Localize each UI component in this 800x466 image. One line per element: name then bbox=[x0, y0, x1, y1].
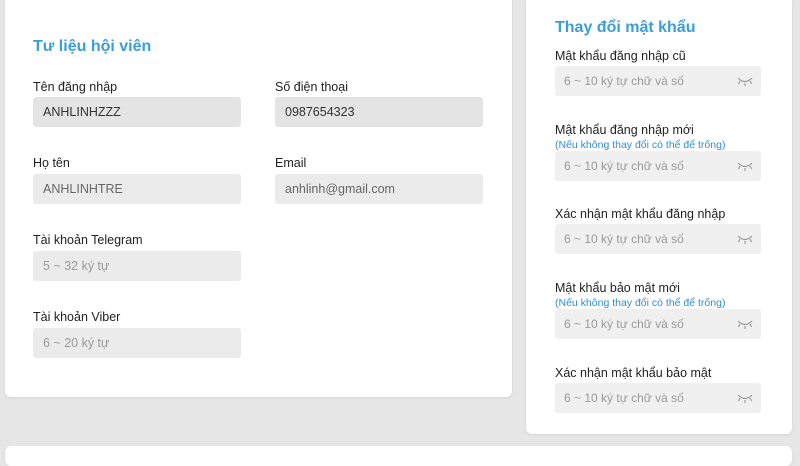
change-password-card: Thay đổi mật khẩu Mật khẩu đăng nhập cũ … bbox=[526, 0, 792, 434]
confirm-login-password-placeholder: 6 ~ 10 ký tự chữ và số bbox=[564, 232, 684, 246]
fullname-field: Họ tên ANHLINHTRE bbox=[33, 156, 241, 204]
viber-label: Tài khoản Viber bbox=[33, 310, 121, 324]
new-login-password-placeholder: 6 ~ 10 ký tự chữ và số bbox=[564, 159, 684, 173]
eye-closed-icon[interactable] bbox=[737, 393, 753, 403]
new-login-password-field: Mật khẩu đăng nhập mới (Nếu không thay đ… bbox=[555, 123, 761, 181]
new-login-password-hint: (Nếu không thay đổi có thể để trống) bbox=[555, 139, 726, 151]
username-field: Tên đăng nhập ANHLINHZZZ bbox=[33, 80, 241, 127]
fullname-input[interactable]: ANHLINHTRE bbox=[33, 174, 241, 204]
member-profile-card: Tư liệu hội viên Tên đăng nhập ANHLINHZZ… bbox=[5, 0, 512, 397]
bottom-card bbox=[5, 446, 792, 466]
viber-input[interactable]: 6 ~ 20 ký tự bbox=[33, 328, 241, 358]
old-login-password-input[interactable]: 6 ~ 10 ký tự chữ và số bbox=[555, 66, 761, 96]
fullname-label: Họ tên bbox=[33, 156, 70, 170]
telegram-label: Tài khoản Telegram bbox=[33, 233, 143, 247]
new-login-password-input[interactable]: 6 ~ 10 ký tự chữ và số bbox=[555, 151, 761, 181]
old-login-password-field: Mật khẩu đăng nhập cũ 6 ~ 10 ký tự chữ v… bbox=[555, 49, 761, 97]
confirm-login-password-field: Xác nhận mật khẩu đăng nhập 6 ~ 10 ký tự… bbox=[555, 207, 761, 255]
phone-label: Số điện thoại bbox=[275, 80, 348, 94]
confirm-login-password-input[interactable]: 6 ~ 10 ký tự chữ và số bbox=[555, 224, 761, 254]
eye-closed-icon[interactable] bbox=[737, 76, 753, 86]
phone-input[interactable]: 0987654323 bbox=[275, 97, 483, 127]
new-security-password-label: Mật khẩu bảo mật mới bbox=[555, 281, 680, 295]
confirm-security-password-label: Xác nhận mật khẩu bảo mật bbox=[555, 366, 712, 380]
old-login-password-label: Mật khẩu đăng nhập cũ bbox=[555, 49, 686, 63]
phone-field: Số điện thoại 0987654323 bbox=[275, 80, 483, 127]
confirm-security-password-placeholder: 6 ~ 10 ký tự chữ và số bbox=[564, 391, 684, 405]
eye-closed-icon[interactable] bbox=[737, 234, 753, 244]
new-login-password-label: Mật khẩu đăng nhập mới bbox=[555, 123, 694, 137]
username-label: Tên đăng nhập bbox=[33, 80, 118, 94]
old-login-password-placeholder: 6 ~ 10 ký tự chữ và số bbox=[564, 74, 684, 88]
new-security-password-input[interactable]: 6 ~ 10 ký tự chữ và số bbox=[555, 309, 761, 339]
confirm-login-password-label: Xác nhận mật khẩu đăng nhập bbox=[555, 207, 726, 221]
email-input[interactable]: anhlinh@gmail.com bbox=[275, 174, 483, 204]
eye-closed-icon[interactable] bbox=[737, 161, 753, 171]
new-security-password-placeholder: 6 ~ 10 ký tự chữ và số bbox=[564, 317, 684, 331]
telegram-field: Tài khoản Telegram 5 ~ 32 ký tự bbox=[33, 233, 241, 281]
new-security-password-hint: (Nếu không thay đổi có thể để trống) bbox=[555, 297, 726, 309]
viber-field: Tài khoản Viber 6 ~ 20 ký tự bbox=[33, 310, 241, 358]
new-security-password-field: Mật khẩu bảo mật mới (Nếu không thay đổi… bbox=[555, 281, 761, 339]
eye-closed-icon[interactable] bbox=[737, 319, 753, 329]
confirm-security-password-input[interactable]: 6 ~ 10 ký tự chữ và số bbox=[555, 383, 761, 413]
telegram-input[interactable]: 5 ~ 32 ký tự bbox=[33, 251, 241, 281]
email-label: Email bbox=[275, 156, 307, 170]
change-password-title: Thay đổi mật khẩu bbox=[555, 19, 696, 36]
confirm-security-password-field: Xác nhận mật khẩu bảo mật 6 ~ 10 ký tự c… bbox=[555, 366, 761, 414]
email-field: Email anhlinh@gmail.com bbox=[275, 156, 483, 204]
username-input[interactable]: ANHLINHZZZ bbox=[33, 97, 241, 127]
member-profile-title: Tư liệu hội viên bbox=[33, 38, 152, 55]
